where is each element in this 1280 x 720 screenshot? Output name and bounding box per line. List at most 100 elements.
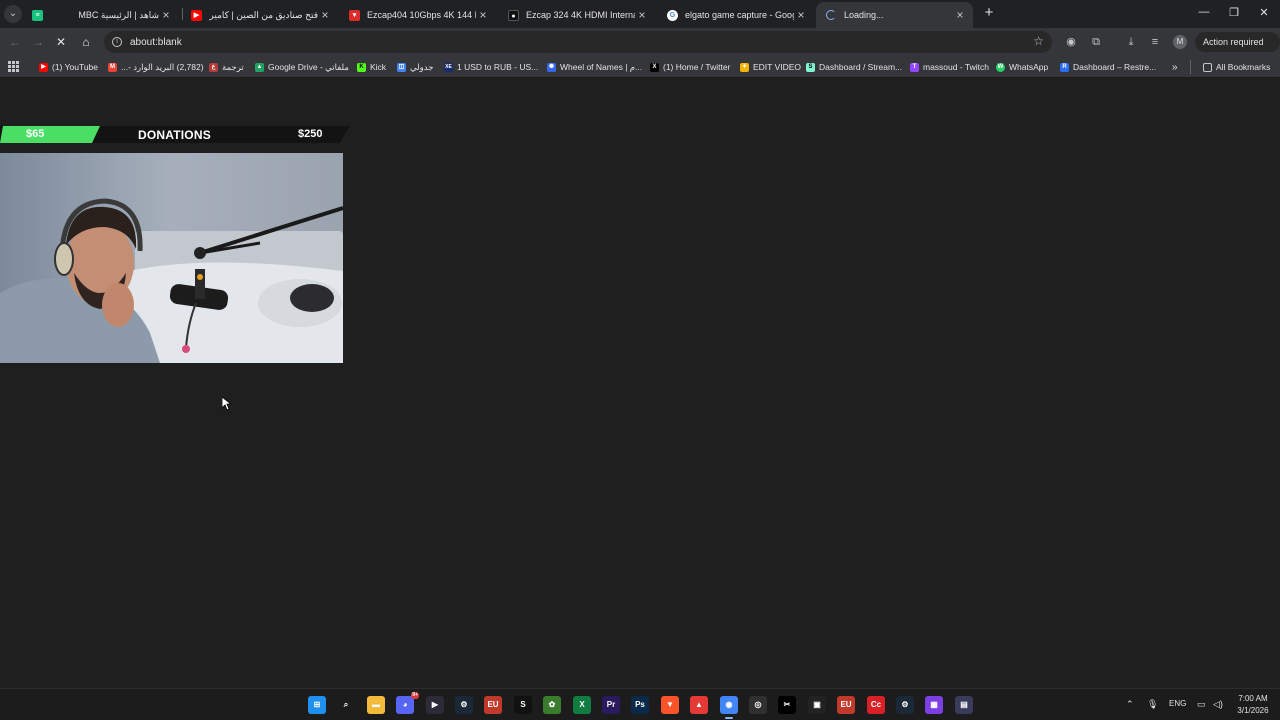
home-icon[interactable]: ⌂ [77, 33, 95, 51]
donations-current: $65 [26, 128, 45, 140]
app-grid-icon[interactable]: ▦ [925, 696, 943, 714]
minimize-icon[interactable]: — [1194, 6, 1214, 18]
back-arrow-icon[interactable]: ← [6, 33, 24, 51]
media-controls-icon[interactable]: ≡ [1147, 34, 1163, 50]
new-tab-button[interactable]: + [980, 4, 998, 22]
bookmark-edit-video[interactable]: ✦ EDIT VIDEO [740, 60, 801, 74]
windows-start-icon[interactable]: ⊞ [308, 696, 326, 714]
tab-close-icon[interactable]: × [635, 8, 649, 22]
media-player-icon[interactable]: ▶ [426, 696, 444, 714]
action-required-button[interactable]: Action required ⋮ [1195, 32, 1280, 67]
all-bookmarks-button[interactable]: All Bookmarks [1190, 60, 1270, 74]
tab-search-button[interactable]: ⌄ [4, 5, 22, 23]
bookmark-translate[interactable]: ع ترجمة [209, 60, 244, 74]
tab-1[interactable]: ▶ فتح صناديق من الصين | كاميرا للـ × [181, 2, 338, 28]
tab-title: Ezcap 324 4K HDMI Internal PC [526, 10, 635, 20]
bookmark-label: (1) Home / Twitter [663, 62, 731, 72]
tab-title: elgato game capture - Google [685, 10, 794, 20]
tab-close-icon[interactable]: × [159, 8, 173, 22]
clock-time: 7:00 AM [1238, 694, 1268, 703]
bookmark-drive[interactable]: ▲ Google Drive - ملفاتي [255, 60, 349, 74]
address-url[interactable]: about:blank [130, 37, 182, 48]
tab-0[interactable]: ≡ شاهد | الرئيسية MBC × [22, 2, 179, 28]
apps-grid-icon[interactable] [8, 61, 19, 72]
loading-spinner-icon [826, 10, 836, 20]
bookmark-label: ترجمة [222, 61, 244, 72]
tab-close-icon[interactable]: × [476, 8, 490, 22]
notification-badge: 9+ [411, 692, 419, 699]
volume-icon[interactable]: ◁) [1213, 699, 1223, 710]
bookmark-label: Dashboard / Stream... [819, 62, 903, 72]
gpu-tool-icon[interactable]: ✿ [543, 696, 561, 714]
microphone-icon[interactable]: 🎙 [1147, 699, 1158, 710]
tab-3[interactable]: ● Ezcap 324 4K HDMI Internal PC × [498, 2, 655, 28]
tray-overflow-icon[interactable]: ⌃ [1126, 699, 1134, 710]
bookmark-streamlabs[interactable]: S Dashboard / Stream... [806, 60, 902, 74]
photo-app-icon[interactable]: ▲ [690, 696, 708, 714]
close-window-icon[interactable]: ✕ [1254, 6, 1274, 19]
game-launcher-icon[interactable]: EU [484, 696, 502, 714]
bookmark-label: WhatsApp [1009, 62, 1049, 72]
address-bar[interactable]: i about:blank ☆ [104, 31, 1052, 53]
restore-icon[interactable]: ❐ [1224, 6, 1244, 19]
forward-arrow-icon[interactable]: → [29, 33, 47, 51]
tab-2[interactable]: ▾ Ezcap404 10Gbps 4K 144 HDMI × [339, 2, 496, 28]
drive-icon: ▲ [255, 62, 264, 72]
razer-icon[interactable]: S [514, 696, 532, 714]
capcut-icon[interactable]: ✂ [778, 696, 796, 714]
folder-icon [1203, 62, 1212, 72]
tab-close-icon[interactable]: × [318, 8, 332, 22]
kick-icon: K [357, 62, 366, 72]
extension-icon[interactable]: ◉ [1063, 34, 1079, 50]
photoshop-icon[interactable]: Ps [631, 696, 649, 714]
bookmarks-overflow-icon[interactable]: » [1172, 60, 1178, 74]
bookmark-gmail[interactable]: M (2,782) البريد الوارد -... [108, 60, 204, 74]
whatsapp-icon: W [996, 62, 1005, 72]
bookmark-twitter[interactable]: X (1) Home / Twitter [650, 60, 730, 74]
game-launcher-2-icon[interactable]: EU [837, 696, 855, 714]
chrome-icon[interactable]: ◉ [720, 696, 738, 719]
bookmark-star-icon[interactable]: ☆ [1033, 34, 1044, 48]
brave-icon[interactable]: ▼ [661, 696, 679, 714]
terminal-icon[interactable]: ▣ [808, 696, 826, 714]
windows-taskbar: ⌃ 🎙 ENG ▭ ◁) 7:00 AM 3/1/2026 ⊞ ⌕ ▬ ◕ 9+ ▶ ⚙ EU… [0, 688, 1280, 720]
bookmarks-bar: ▶ (1) YouTube M (2,782) البريد الوارد -...… [0, 56, 1280, 78]
excel-icon[interactable]: X [573, 696, 591, 714]
bookmark-xe[interactable]: XE 1 USD to RUB - US... [444, 60, 538, 74]
profile-avatar[interactable]: M [1173, 35, 1187, 49]
language-indicator[interactable]: ENG [1169, 699, 1186, 708]
network-icon[interactable]: ▭ [1197, 699, 1206, 710]
search-icon[interactable]: ⌕ [337, 696, 355, 714]
download-icon[interactable]: ⤓ [1123, 34, 1139, 50]
tab-title: Loading... [844, 10, 884, 20]
bookmark-whatsapp[interactable]: W WhatsApp [996, 60, 1048, 74]
premiere-icon[interactable]: Pr [602, 696, 620, 714]
calculator-icon[interactable]: ▤ [955, 696, 973, 714]
bookmark-twitch[interactable]: Tmassoud - Twitch [910, 60, 989, 74]
bookmark-youtube[interactable]: ▶ (1) YouTube [39, 60, 98, 74]
bookmark-kick[interactable]: K Kick [357, 60, 386, 74]
all-bookmarks-label: All Bookmarks [1216, 62, 1271, 72]
tab-close-icon[interactable]: × [953, 8, 967, 22]
stop-loading-icon[interactable]: ✕ [52, 33, 70, 51]
system-clock[interactable]: 7:00 AM 3/1/2026 [1233, 693, 1273, 717]
tab-close-icon[interactable]: × [794, 8, 808, 22]
extensions-puzzle-icon[interactable]: ⧉ [1088, 34, 1104, 50]
bookmark-restream[interactable]: R Dashboard – Restre... [1060, 60, 1156, 74]
bookmark-sheet[interactable]: ◫ جدولي [397, 60, 434, 74]
bookmark-wheel[interactable]: ✺ Wheel of Names | م... [547, 60, 642, 74]
steam-2-icon[interactable]: ⚙ [896, 696, 914, 714]
tab-4[interactable]: G elgato game capture - Google × [657, 2, 814, 28]
shop-icon: ▾ [349, 9, 360, 21]
steam-icon[interactable]: ⚙ [455, 696, 473, 714]
donations-goal-bar: $65 DONATIONS $250 [0, 126, 350, 143]
bookmark-label: Kick [370, 62, 387, 72]
xe-icon: XE [444, 62, 453, 72]
site-info-icon[interactable]: i [112, 37, 122, 47]
page-content: $65 DONATIONS $250 [0, 79, 1280, 688]
obs-icon[interactable]: ◎ [749, 696, 767, 714]
tab-5-active[interactable]: Loading... × [816, 2, 973, 28]
creative-cloud-icon[interactable]: Cc [867, 696, 885, 714]
discord-icon[interactable]: ◕ 9+ [396, 692, 419, 714]
file-explorer-icon[interactable]: ▬ [367, 696, 385, 714]
